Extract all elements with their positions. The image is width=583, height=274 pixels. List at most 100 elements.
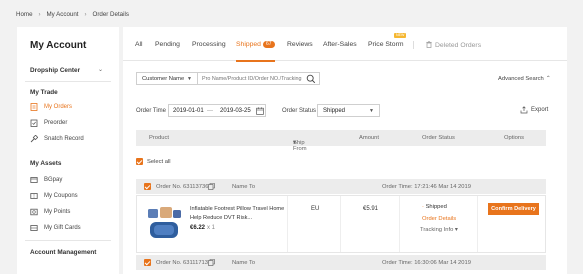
tracking-label: Tracking Info — [420, 227, 454, 233]
checkbox[interactable] — [144, 259, 151, 266]
sidebar-section-my-trade: My Trade — [30, 89, 58, 96]
divider — [25, 81, 111, 82]
chevron-right-icon: › — [84, 11, 87, 18]
status-text: Shipped — [425, 204, 447, 210]
tab-all[interactable]: All — [135, 41, 143, 48]
chevron-down-icon: ⌄ — [98, 67, 104, 73]
tab-price-storm[interactable]: Price Storm NEW — [368, 33, 407, 48]
amount-value: €5.91 — [363, 206, 379, 212]
divider — [399, 196, 400, 252]
sidebar-item-coupons[interactable]: My Coupons — [30, 192, 78, 200]
date-separator: — — [207, 108, 213, 114]
search-input[interactable] — [198, 72, 320, 85]
tab-pending[interactable]: Pending — [155, 41, 180, 48]
order-number: Order No. 63113736 — [156, 183, 209, 190]
sidebar-item-dropship-center[interactable]: Dropship Center ⌄ — [30, 67, 103, 74]
tab-label: Price Storm — [368, 41, 404, 48]
chevron-right-icon: › — [38, 11, 41, 18]
status-dot: · — [422, 204, 424, 210]
advanced-search-label: Advanced Search — [498, 76, 544, 82]
price-value: €6.22 — [190, 225, 206, 231]
checkbox[interactable] — [144, 183, 151, 190]
sidebar-item-label: Preorder — [44, 120, 68, 126]
divider — [25, 240, 111, 241]
search-type-select[interactable]: Customer Name ▼ — [136, 72, 198, 85]
sidebar-item-gift-cards[interactable]: My Gift Cards — [30, 224, 81, 232]
tab-processing[interactable]: Processing — [192, 41, 226, 48]
sidebar-item-label: BGpay — [44, 177, 63, 183]
sidebar-section-account-management[interactable]: Account Management — [30, 249, 96, 256]
date-range-picker[interactable]: 2019-01-01 — 2019-03-25 — [168, 104, 266, 117]
wallet-icon — [30, 177, 38, 183]
status-badge: · Shipped — [422, 204, 447, 210]
orders-icon — [30, 103, 38, 111]
caret-down-icon: ▼ — [187, 76, 192, 82]
sidebar-section-label: Dropship Center — [30, 67, 81, 74]
tab-after-sales[interactable]: After-Sales — [323, 41, 357, 48]
tab-deleted-orders[interactable]: Deleted Orders — [426, 41, 481, 49]
points-icon — [30, 208, 38, 216]
caret-down-icon: ▾ — [454, 227, 458, 233]
order-details-link[interactable]: Order Details — [422, 216, 456, 222]
order-time-label: Order Time — [136, 108, 167, 114]
tab-label: Shipped — [236, 41, 261, 48]
column-options: Options — [504, 135, 524, 141]
order-status-value: Shipped — [323, 108, 346, 114]
hammer-icon — [30, 135, 38, 143]
export-icon — [520, 106, 528, 114]
active-tab-indicator — [236, 60, 275, 62]
advanced-search-toggle[interactable]: Advanced Search ⌃ — [498, 76, 551, 82]
sidebar-item-points[interactable]: My Points — [30, 208, 70, 216]
select-all-checkbox[interactable]: Select all — [136, 158, 171, 165]
product-price: €6.22 x 1 — [190, 225, 215, 231]
tracking-info-toggle[interactable]: Tracking Info ▾ — [420, 227, 458, 233]
order-tabs: All Pending Processing Shipped 67 Reviews… — [123, 27, 567, 62]
product-name[interactable]: Inflatable Footrest Pillow Travel Home H… — [190, 205, 290, 223]
order-checkbox[interactable] — [144, 183, 151, 192]
breadcrumb-order-details: Order Details — [92, 11, 129, 18]
sidebar-item-snatch-record[interactable]: Snatch Record — [30, 135, 84, 143]
tab-label: Deleted Orders — [435, 42, 482, 49]
search-icon[interactable] — [306, 74, 316, 84]
divider — [413, 41, 414, 49]
sidebar: My Account Dropship Center ⌄ My Trade My… — [17, 27, 119, 274]
tab-shipped[interactable]: Shipped 67 — [236, 41, 275, 62]
order-status-select[interactable]: Shipped ▼ — [317, 104, 380, 117]
calendar-icon — [256, 107, 264, 115]
trash-icon — [426, 41, 432, 48]
sidebar-item-preorder[interactable]: Preorder — [30, 119, 67, 127]
divider — [477, 196, 478, 252]
order-time: Order Time: 17:21:46 Mar 14 2019 — [382, 183, 471, 190]
breadcrumb-my-account[interactable]: My Account — [47, 11, 79, 18]
sidebar-item-label: My Points — [44, 209, 71, 215]
order-checkbox[interactable] — [144, 259, 151, 268]
copy-icon[interactable] — [208, 258, 215, 266]
name-to: Name To — [232, 183, 256, 190]
export-button[interactable]: Export — [520, 106, 548, 114]
breadcrumb-home[interactable]: Home — [16, 11, 33, 18]
product-image[interactable] — [145, 204, 183, 244]
sidebar-item-label: Snatch Record — [44, 136, 84, 142]
sidebar-item-my-orders[interactable]: My Orders — [30, 103, 72, 111]
caret-down-icon: ▾ — [293, 140, 296, 146]
preorder-icon — [30, 119, 38, 127]
column-order-status: Order Status — [422, 135, 455, 141]
select-all-label: Select all — [147, 158, 171, 165]
quantity: x 1 — [207, 225, 216, 231]
sidebar-item-label: My Gift Cards — [44, 225, 81, 231]
confirm-delivery-button[interactable]: Confirm Delivery — [488, 203, 539, 215]
gift-card-icon — [30, 225, 38, 231]
orders-panel: All Pending Processing Shipped 67 Reviews… — [123, 27, 567, 274]
copy-icon[interactable] — [208, 182, 215, 190]
caret-down-icon: ▼ — [369, 108, 374, 114]
column-product: Product — [149, 135, 169, 141]
checkbox[interactable] — [136, 158, 143, 165]
count-badge: 67 — [262, 41, 275, 48]
export-label: Export — [531, 107, 549, 113]
tab-reviews[interactable]: Reviews — [287, 41, 313, 48]
table-header: Product Ship From ▾ Amount Order Status … — [136, 130, 546, 152]
order-number: Order No. 63111713 — [156, 259, 208, 266]
order-header: Order No. 63111713 Name To Order Time: 1… — [136, 255, 546, 270]
sidebar-item-bgpay[interactable]: BGpay — [30, 176, 62, 184]
sidebar-item-label: My Orders — [44, 104, 73, 110]
